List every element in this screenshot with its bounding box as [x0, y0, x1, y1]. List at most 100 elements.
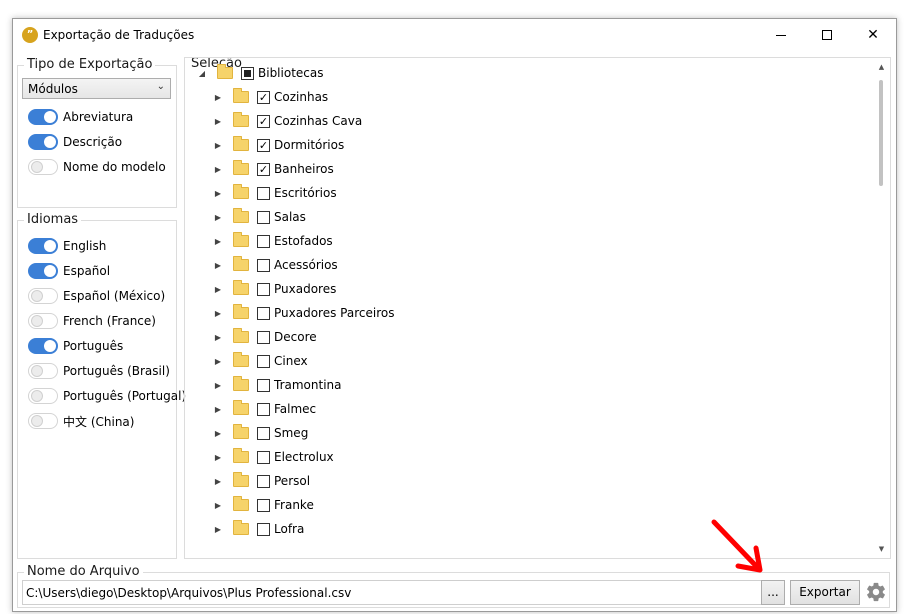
- tree-item[interactable]: ▶ Smeg: [213, 423, 308, 443]
- tree-item[interactable]: ▶ Cozinhas Cava: [213, 111, 362, 131]
- tree-item[interactable]: ▶ Acessórios: [213, 255, 338, 275]
- tree-item-label: Puxadores: [274, 282, 337, 296]
- toggle-row[interactable]: French (France): [28, 311, 156, 331]
- expand-triangle-icon[interactable]: ▶: [213, 237, 223, 246]
- collapse-triangle-icon[interactable]: ◢: [197, 69, 207, 78]
- toggle-switch[interactable]: [28, 238, 58, 254]
- tree-item[interactable]: ▶ Tramontina: [213, 375, 342, 395]
- expand-triangle-icon[interactable]: ▶: [213, 357, 223, 366]
- tree-item-checkbox[interactable]: [257, 498, 270, 512]
- toggle-switch[interactable]: [28, 263, 58, 279]
- expand-triangle-icon[interactable]: ▶: [213, 381, 223, 390]
- close-button[interactable]: ✕: [850, 19, 896, 51]
- toggle-switch[interactable]: [28, 159, 58, 175]
- tree-item-checkbox[interactable]: [257, 114, 270, 128]
- browse-button[interactable]: ...: [761, 580, 785, 605]
- file-path-input[interactable]: C:\Users\diego\Desktop\Arquivos\Plus Pro…: [22, 580, 764, 605]
- tree-item[interactable]: ▶ Escritórios: [213, 183, 337, 203]
- tree-item[interactable]: ▶ Estofados: [213, 231, 333, 251]
- export-type-select[interactable]: Módulos ⌄: [22, 78, 171, 99]
- tree-item[interactable]: ▶ Salas: [213, 207, 306, 227]
- expand-triangle-icon[interactable]: ▶: [213, 93, 223, 102]
- expand-triangle-icon[interactable]: ▶: [213, 141, 223, 150]
- expand-triangle-icon[interactable]: ▶: [213, 477, 223, 486]
- tree-item-checkbox[interactable]: [257, 138, 270, 152]
- maximize-button[interactable]: [804, 19, 850, 51]
- tree-root-label: Bibliotecas: [258, 66, 324, 80]
- expand-triangle-icon[interactable]: ▶: [213, 189, 223, 198]
- tree-item-checkbox[interactable]: [257, 474, 270, 488]
- window-title: Exportação de Traduções: [43, 28, 195, 42]
- toggle-label: Descrição: [63, 135, 123, 149]
- tree-item[interactable]: ▶ Cinex: [213, 351, 308, 371]
- scroll-down-icon[interactable]: ▼: [873, 542, 890, 556]
- expand-triangle-icon[interactable]: ▶: [213, 285, 223, 294]
- toggle-row[interactable]: Português (Portugal): [28, 386, 186, 406]
- expand-triangle-icon[interactable]: ▶: [213, 309, 223, 318]
- toggle-switch[interactable]: [28, 313, 58, 329]
- tree-item-checkbox[interactable]: [257, 522, 270, 536]
- toggle-row[interactable]: Português: [28, 336, 123, 356]
- expand-triangle-icon[interactable]: ▶: [213, 429, 223, 438]
- minimize-button[interactable]: [758, 19, 804, 51]
- toggle-switch[interactable]: [28, 413, 58, 429]
- tree-item-checkbox[interactable]: [257, 426, 270, 440]
- tree-item-checkbox[interactable]: [257, 162, 270, 176]
- toggle-row[interactable]: 中文 (China): [28, 411, 134, 431]
- toggle-row[interactable]: Descrição: [28, 132, 122, 152]
- toggle-row[interactable]: English: [28, 236, 106, 256]
- selection-tree[interactable]: ◢ Bibliotecas ▶ Cozinhas ▶ Cozinhas Cava ▶ Do…: [184, 57, 891, 559]
- expand-triangle-icon[interactable]: ▶: [213, 405, 223, 414]
- expand-triangle-icon[interactable]: ▶: [213, 501, 223, 510]
- toggle-switch[interactable]: [28, 363, 58, 379]
- toggle-switch[interactable]: [28, 109, 58, 125]
- toggle-switch[interactable]: [28, 388, 58, 404]
- gear-icon[interactable]: [865, 581, 887, 603]
- scroll-up-icon[interactable]: ▲: [873, 60, 890, 74]
- tree-item[interactable]: ▶ Franke: [213, 495, 314, 515]
- tree-item-checkbox[interactable]: [257, 378, 270, 392]
- tree-item-checkbox[interactable]: [257, 186, 270, 200]
- tree-item-checkbox[interactable]: [257, 354, 270, 368]
- expand-triangle-icon[interactable]: ▶: [213, 261, 223, 270]
- tree-item-checkbox[interactable]: [257, 450, 270, 464]
- expand-triangle-icon[interactable]: ▶: [213, 333, 223, 342]
- toggle-switch[interactable]: [28, 134, 58, 150]
- tree-item[interactable]: ▶ Puxadores: [213, 279, 336, 299]
- tree-item-checkbox[interactable]: [257, 402, 270, 416]
- expand-triangle-icon[interactable]: ▶: [213, 213, 223, 222]
- toggle-switch[interactable]: [28, 338, 58, 354]
- expand-triangle-icon[interactable]: ▶: [213, 117, 223, 126]
- expand-triangle-icon[interactable]: ▶: [213, 165, 223, 174]
- toggle-row[interactable]: Español (México): [28, 286, 165, 306]
- tree-item[interactable]: ▶ Lofra: [213, 519, 304, 539]
- tree-item-checkbox[interactable]: [257, 306, 270, 320]
- expand-triangle-icon[interactable]: ▶: [213, 453, 223, 462]
- toggle-row[interactable]: Português (Brasil): [28, 361, 170, 381]
- tree-root-bibliotecas[interactable]: ◢ Bibliotecas: [197, 63, 323, 83]
- toggle-row[interactable]: Español: [28, 261, 110, 281]
- tree-item-checkbox[interactable]: [257, 234, 270, 248]
- scrollbar-thumb[interactable]: [879, 80, 883, 186]
- tree-item-checkbox[interactable]: [257, 90, 270, 104]
- tree-item-checkbox[interactable]: [257, 330, 270, 344]
- expand-triangle-icon[interactable]: ▶: [213, 525, 223, 534]
- toggle-row[interactable]: Nome do modelo: [28, 157, 166, 177]
- tree-item[interactable]: ▶ Persol: [213, 471, 310, 491]
- tree-item[interactable]: ▶ Banheiros: [213, 159, 334, 179]
- tree-item-checkbox[interactable]: [257, 282, 270, 296]
- tree-item[interactable]: ▶ Cozinhas: [213, 87, 328, 107]
- tree-item[interactable]: ▶ Decore: [213, 327, 317, 347]
- tree-item[interactable]: ▶ Dormitórios: [213, 135, 344, 155]
- toggle-row[interactable]: Abreviatura: [28, 107, 133, 127]
- root-checkbox[interactable]: [241, 66, 254, 80]
- folder-icon: [233, 160, 249, 175]
- tree-item-checkbox[interactable]: [257, 258, 270, 272]
- tree-item[interactable]: ▶ Puxadores Parceiros: [213, 303, 394, 323]
- tree-item-checkbox[interactable]: [257, 210, 270, 224]
- tree-item[interactable]: ▶ Falmec: [213, 399, 316, 419]
- export-button[interactable]: Exportar: [790, 580, 860, 605]
- tree-scrollbar[interactable]: ▲ ▼: [873, 58, 890, 558]
- tree-item[interactable]: ▶ Electrolux: [213, 447, 334, 467]
- toggle-switch[interactable]: [28, 288, 58, 304]
